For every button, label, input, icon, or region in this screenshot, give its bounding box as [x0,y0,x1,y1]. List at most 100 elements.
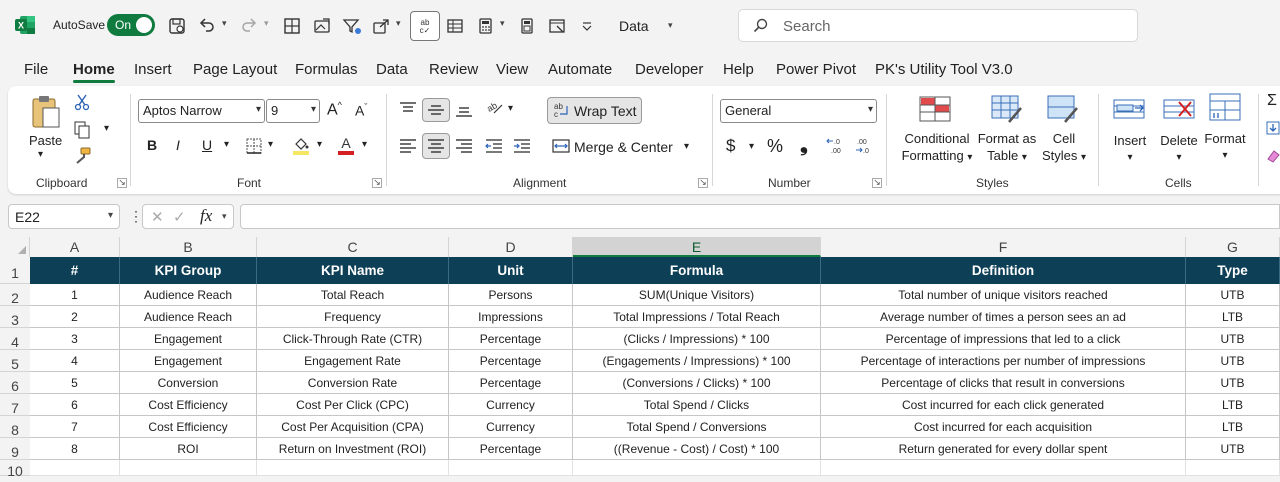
cell-g7[interactable]: LTB [1186,394,1280,416]
cell-g2[interactable]: UTB [1186,284,1280,306]
orientation-dropdown-icon[interactable]: ▾ [508,103,513,114]
cell-e2[interactable]: SUM(Unique Visitors) [573,284,821,306]
cell-g1[interactable]: Type [1186,257,1280,284]
cell-g10[interactable] [1186,460,1280,476]
tab-view[interactable]: View [496,61,528,78]
row-header-6[interactable]: 6 [0,372,30,394]
cell-f10[interactable] [821,460,1186,476]
tab-data[interactable]: Data [376,61,408,78]
cell-d4[interactable]: Percentage [449,328,573,350]
cell-a8[interactable]: 7 [30,416,120,438]
autosum-icon[interactable]: Σ [1267,92,1277,110]
row-header-3[interactable]: 3 [0,306,30,328]
delete-cells-button[interactable]: Delete ▾ [1156,132,1202,166]
format-as-table-icon[interactable] [990,94,1024,124]
font-color-dropdown-icon[interactable]: ▾ [362,139,367,150]
paste-label[interactable]: Paste [29,133,62,148]
clear-icon[interactable] [1266,148,1280,164]
formula-input[interactable] [240,204,1280,229]
conditional-formatting-button[interactable]: Conditional Formatting ▾ [897,130,977,166]
cell-d5[interactable]: Percentage [449,350,573,372]
function-dropdown-icon[interactable]: ▾ [222,211,227,222]
cell-a2[interactable]: 1 [30,284,120,306]
row-header-7[interactable]: 7 [0,394,30,416]
insert-cells-button[interactable]: Insert ▾ [1108,132,1152,166]
cell-a7[interactable]: 6 [30,394,120,416]
format-cells-button[interactable]: Format ▾ [1200,130,1250,164]
formula-bar-grip-icon[interactable]: ⋮ [129,208,143,225]
table-icon[interactable] [444,13,466,39]
comma-button[interactable]: ❟ [800,134,808,157]
borders-icon[interactable] [281,13,303,39]
row-header-10[interactable]: 10 [0,460,30,479]
cell-e8[interactable]: Total Spend / Conversions [573,416,821,438]
row-header-8[interactable]: 8 [0,416,30,438]
decrease-indent-icon[interactable] [483,135,505,157]
cell-b4[interactable]: Engagement [120,328,257,350]
font-color-icon[interactable]: A [336,134,356,156]
align-left-icon[interactable] [397,135,419,157]
cell-b8[interactable]: Cost Efficiency [120,416,257,438]
currency-button[interactable]: $ [726,136,735,156]
cell-f1[interactable]: Definition [821,257,1186,284]
search-box[interactable]: Search [738,9,1138,42]
orientation-icon[interactable]: ab [483,96,505,118]
cell-b10[interactable] [120,460,257,476]
cell-b7[interactable]: Cost Efficiency [120,394,257,416]
cell-b9[interactable]: ROI [120,438,257,460]
cell-styles-icon[interactable] [1046,94,1080,124]
decrease-decimal-icon[interactable]: .00.0 [853,135,875,157]
cell-e3[interactable]: Total Impressions / Total Reach [573,306,821,328]
column-header-f[interactable]: F [821,237,1186,257]
cell-b3[interactable]: Audience Reach [120,306,257,328]
cell-b1[interactable]: KPI Group [120,257,257,284]
copy-icon[interactable] [72,120,92,140]
merge-center-icon[interactable] [551,136,571,156]
decrease-font-icon[interactable]: Aˇ [355,102,367,119]
row-header-5[interactable]: 5 [0,350,30,372]
cell-f5[interactable]: Percentage of interactions per number of… [821,350,1186,372]
calculate-icon[interactable] [516,13,538,39]
picture-icon[interactable] [311,13,333,39]
format-as-table-button[interactable]: Format as Table ▾ [970,130,1044,166]
cell-b6[interactable]: Conversion [120,372,257,394]
cell-e5[interactable]: (Engagements / Impressions) * 100 [573,350,821,372]
cell-a5[interactable]: 4 [30,350,120,372]
cell-b2[interactable]: Audience Reach [120,284,257,306]
column-header-g[interactable]: G [1186,237,1280,257]
insert-cells-icon[interactable] [1112,94,1146,124]
tab-page-layout[interactable]: Page Layout [193,61,277,78]
cell-d10[interactable] [449,460,573,476]
fill-color-icon[interactable] [291,134,311,156]
cell-styles-button[interactable]: Cell Styles ▾ [1036,130,1092,166]
format-painter-icon[interactable] [72,146,92,166]
fill-down-icon[interactable] [1266,120,1280,136]
fill-color-dropdown-icon[interactable]: ▾ [317,139,322,150]
conditional-formatting-icon[interactable] [918,94,952,124]
column-header-e[interactable]: E [573,237,821,257]
name-box[interactable]: E22 ▾ [8,204,120,229]
cut-icon[interactable] [72,92,92,112]
number-launcher-icon[interactable]: ↘ [872,178,882,188]
calculator-dropdown-icon[interactable]: ▾ [500,18,505,29]
cell-d6[interactable]: Percentage [449,372,573,394]
delete-cells-icon[interactable] [1162,94,1196,124]
cell-a10[interactable] [30,460,120,476]
number-format-select[interactable]: General ▾ [720,99,877,123]
cell-e6[interactable]: (Conversions / Clicks) * 100 [573,372,821,394]
cell-f4[interactable]: Percentage of impressions that led to a … [821,328,1186,350]
calculator-icon[interactable] [474,13,496,39]
increase-indent-icon[interactable] [511,135,533,157]
cell-d9[interactable]: Percentage [449,438,573,460]
column-header-d[interactable]: D [449,237,573,257]
cell-c3[interactable]: Frequency [257,306,449,328]
cell-e4[interactable]: (Clicks / Impressions) * 100 [573,328,821,350]
cell-c10[interactable] [257,460,449,476]
share-dropdown-icon[interactable]: ▾ [396,18,401,29]
cell-c7[interactable]: Cost Per Click (CPC) [257,394,449,416]
cell-e10[interactable] [573,460,821,476]
underline-dropdown-icon[interactable]: ▾ [224,139,229,150]
cell-a3[interactable]: 2 [30,306,120,328]
cell-d2[interactable]: Persons [449,284,573,306]
cell-d3[interactable]: Impressions [449,306,573,328]
